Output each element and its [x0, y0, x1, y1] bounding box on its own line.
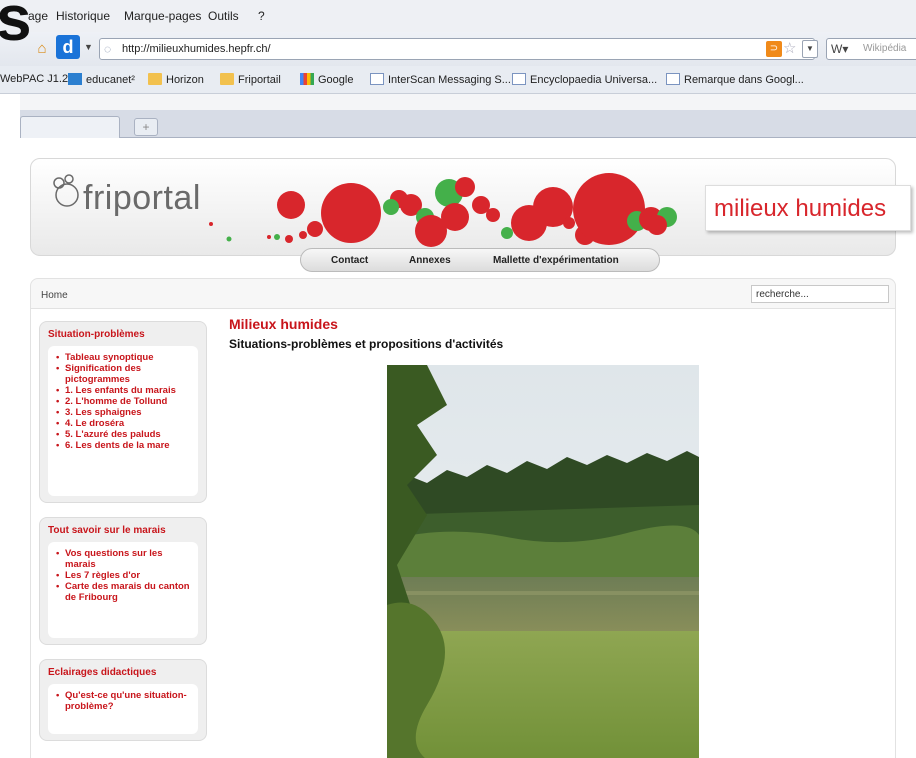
- ext-icon[interactable]: d: [56, 35, 80, 59]
- page-favicon-icon: ◌: [104, 42, 112, 56]
- bookmark-item[interactable]: InterScan Messaging S...: [370, 73, 511, 86]
- sidebar-link[interactable]: 1. Les enfants du marais: [56, 385, 192, 396]
- bookmark-label: Friportail: [238, 74, 281, 86]
- header-title-box: milieux humides: [705, 185, 911, 231]
- menu-item-bookmarks[interactable]: Marque-pages: [124, 9, 201, 23]
- menu-item-help[interactable]: ?: [258, 9, 265, 23]
- home-icon[interactable]: ⌂: [33, 40, 51, 58]
- rss-icon[interactable]: ⊃: [766, 41, 782, 57]
- search-box[interactable]: W▾ Wikipédia: [826, 38, 916, 60]
- bookmarks-bar: WebPAC J1.2 educanet² Horizon Friportail…: [0, 66, 916, 94]
- bookmark-label: InterScan Messaging S...: [388, 74, 511, 86]
- bookmark-item[interactable]: Remarque dans Googl...: [666, 73, 804, 86]
- bookmark-label: Remarque dans Googl...: [684, 74, 804, 86]
- sidebar-box-inner: Qu'est-ce qu'une situation-problème?: [48, 684, 198, 734]
- bookmark-item[interactable]: Encyclopaedia Universa...: [512, 73, 657, 86]
- sidebar-link[interactable]: 2. L'homme de Tollund: [56, 396, 192, 407]
- sidebar-link[interactable]: 5. L'azuré des paluds: [56, 429, 192, 440]
- bookmark-label: Google: [318, 74, 354, 86]
- tab-active[interactable]: [20, 116, 120, 138]
- nav-mallette[interactable]: Mallette d'expérimentation: [493, 255, 619, 266]
- sidebar-link[interactable]: Qu'est-ce qu'une situation-problème?: [56, 690, 192, 712]
- wetland-photo: [387, 365, 699, 758]
- url-bar[interactable]: ◌ http://milieuxhumides.hepfr.ch/: [99, 38, 815, 60]
- bookmark-label: Horizon: [166, 74, 204, 86]
- sidebar-box-situations: Situation-problèmes Tableau synoptique S…: [39, 321, 207, 503]
- chevron-down-icon[interactable]: ▼: [802, 40, 818, 58]
- sidebar-list: Vos questions sur les marais Les 7 règle…: [48, 542, 198, 609]
- sidebar-link[interactable]: Signification des pictogrammes: [56, 363, 192, 385]
- page-viewport: friportal milieux humides Contact Annexe…: [20, 138, 916, 758]
- bookmark-item[interactable]: Horizon: [148, 73, 204, 86]
- site-header: friportal milieux humides: [30, 158, 911, 256]
- sidebar-box-title: Eclairages didactiques: [48, 667, 157, 678]
- sidebar-link[interactable]: Tableau synoptique: [56, 352, 192, 363]
- menu-item-history[interactable]: Historique: [56, 9, 110, 23]
- bookmark-item[interactable]: Google: [300, 73, 353, 86]
- chevron-down-icon[interactable]: ▼: [84, 42, 93, 52]
- bookmark-label: WebPAC J1.2: [0, 73, 69, 85]
- bookmark-item[interactable]: educanet²: [68, 73, 135, 86]
- sidebar-box-eclairages: Eclairages didactiques Qu'est-ce qu'une …: [39, 659, 207, 741]
- new-tab-button[interactable]: +: [134, 118, 158, 136]
- menu-bar: age Historique Marque-pages Outils ?: [0, 0, 916, 32]
- bookmark-item[interactable]: WebPAC J1.2: [0, 73, 68, 85]
- toolbar-spacer: [20, 94, 916, 110]
- educanet-icon: [68, 73, 82, 85]
- folder-icon: [220, 73, 234, 85]
- nav-annexes[interactable]: Annexes: [409, 255, 451, 266]
- sidebar-list: Qu'est-ce qu'une situation-problème?: [48, 684, 198, 718]
- url-text[interactable]: http://milieuxhumides.hepfr.ch/: [122, 43, 271, 55]
- window-title-fragment: s: [0, 0, 32, 54]
- sidebar-link[interactable]: Carte des marais du canton de Fribourg: [56, 581, 192, 603]
- browser-window: age Historique Marque-pages Outils ? s ⌂…: [0, 0, 916, 758]
- nav-contact[interactable]: Contact: [331, 255, 368, 266]
- bookmark-item[interactable]: Friportail: [220, 73, 281, 86]
- sidebar-link[interactable]: Les 7 règles d'or: [56, 570, 192, 581]
- search-placeholder: Wikipédia: [863, 43, 907, 54]
- star-icon[interactable]: ☆: [783, 39, 796, 57]
- breadcrumb[interactable]: Home: [41, 290, 68, 301]
- tab-strip: +: [20, 110, 916, 138]
- main-content-area: Situation-problèmes Tableau synoptique S…: [30, 308, 896, 758]
- page-title: Milieux humides: [229, 316, 338, 332]
- menu-item-tools[interactable]: Outils: [208, 9, 239, 23]
- site-section-title: milieux humides: [714, 195, 887, 222]
- page-icon: [512, 73, 526, 85]
- page-subtitle: Situations-problèmes et propositions d'a…: [229, 337, 504, 351]
- google-icon: [300, 73, 314, 85]
- wikipedia-icon[interactable]: W▾: [831, 42, 848, 56]
- decorative-bubbles: [209, 173, 677, 247]
- folder-icon: [148, 73, 162, 85]
- sidebar-link[interactable]: Vos questions sur les marais: [56, 548, 192, 570]
- sidebar-box-inner: Vos questions sur les marais Les 7 règle…: [48, 542, 198, 638]
- page-icon: [370, 73, 384, 85]
- site-search-input[interactable]: [751, 285, 889, 303]
- sidebar-box-marais: Tout savoir sur le marais Vos questions …: [39, 517, 207, 645]
- sidebar-box-title: Tout savoir sur le marais: [48, 525, 166, 536]
- sidebar-box-title: Situation-problèmes: [48, 329, 145, 340]
- sidebar-link[interactable]: 6. Les dents de la mare: [56, 440, 192, 451]
- breadcrumb-bar: Home: [30, 278, 896, 308]
- page-icon: [666, 73, 680, 85]
- sidebar-link[interactable]: 3. Les sphaignes: [56, 407, 192, 418]
- bookmark-label: Encyclopaedia Universa...: [530, 74, 658, 86]
- sidebar-list: Tableau synoptique Signification des pic…: [48, 346, 198, 457]
- logo-mark-icon: [53, 174, 79, 207]
- top-navigation: Contact Annexes Mallette d'expérimentati…: [300, 248, 660, 272]
- sidebar-link[interactable]: 4. Le droséra: [56, 418, 192, 429]
- sidebar-box-inner: Tableau synoptique Signification des pic…: [48, 346, 198, 496]
- site-logo[interactable]: friportal: [83, 179, 201, 218]
- navigation-bar: ⌂ d ▼ ◌ http://milieuxhumides.hepfr.ch/ …: [0, 32, 916, 66]
- bookmark-label: educanet²: [86, 74, 135, 86]
